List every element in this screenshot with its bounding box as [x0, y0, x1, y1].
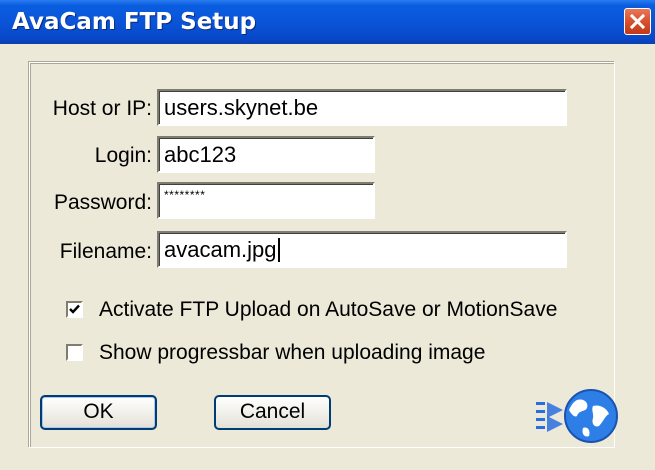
ftp-globe-icon	[536, 389, 618, 443]
host-input[interactable]: users.skynet.be	[157, 89, 567, 126]
ok-button[interactable]: OK	[40, 395, 157, 430]
show-progress-checkbox[interactable]	[66, 344, 83, 361]
login-input[interactable]: abc123	[157, 136, 375, 173]
password-label: Password:	[53, 191, 152, 214]
login-value: abc123	[164, 142, 237, 167]
ftp-setup-dialog: AvaCam FTP Setup Host or IP: users.skyne…	[0, 0, 655, 470]
show-progress-label[interactable]: Show progressbar when uploading image	[99, 340, 485, 366]
password-input[interactable]: ********	[157, 182, 375, 219]
host-label: Host or IP:	[52, 97, 152, 120]
login-label: Login:	[94, 144, 152, 167]
window-title: AvaCam FTP Setup	[12, 9, 257, 35]
filename-value: avacam.jpg	[164, 237, 277, 262]
title-bar[interactable]: AvaCam FTP Setup	[0, 0, 655, 44]
activate-ftp-checkbox[interactable]	[66, 301, 83, 318]
close-icon	[629, 13, 646, 30]
cancel-button[interactable]: Cancel	[214, 395, 331, 430]
filename-label: Filename:	[59, 240, 152, 263]
filename-input[interactable]: avacam.jpg	[157, 231, 567, 268]
host-value: users.skynet.be	[164, 95, 319, 120]
password-value: ********	[164, 188, 206, 202]
close-button[interactable]	[624, 8, 651, 35]
checkmark-icon	[69, 304, 80, 314]
text-caret	[277, 238, 280, 262]
activate-ftp-label[interactable]: Activate FTP Upload on AutoSave or Motio…	[99, 297, 557, 323]
